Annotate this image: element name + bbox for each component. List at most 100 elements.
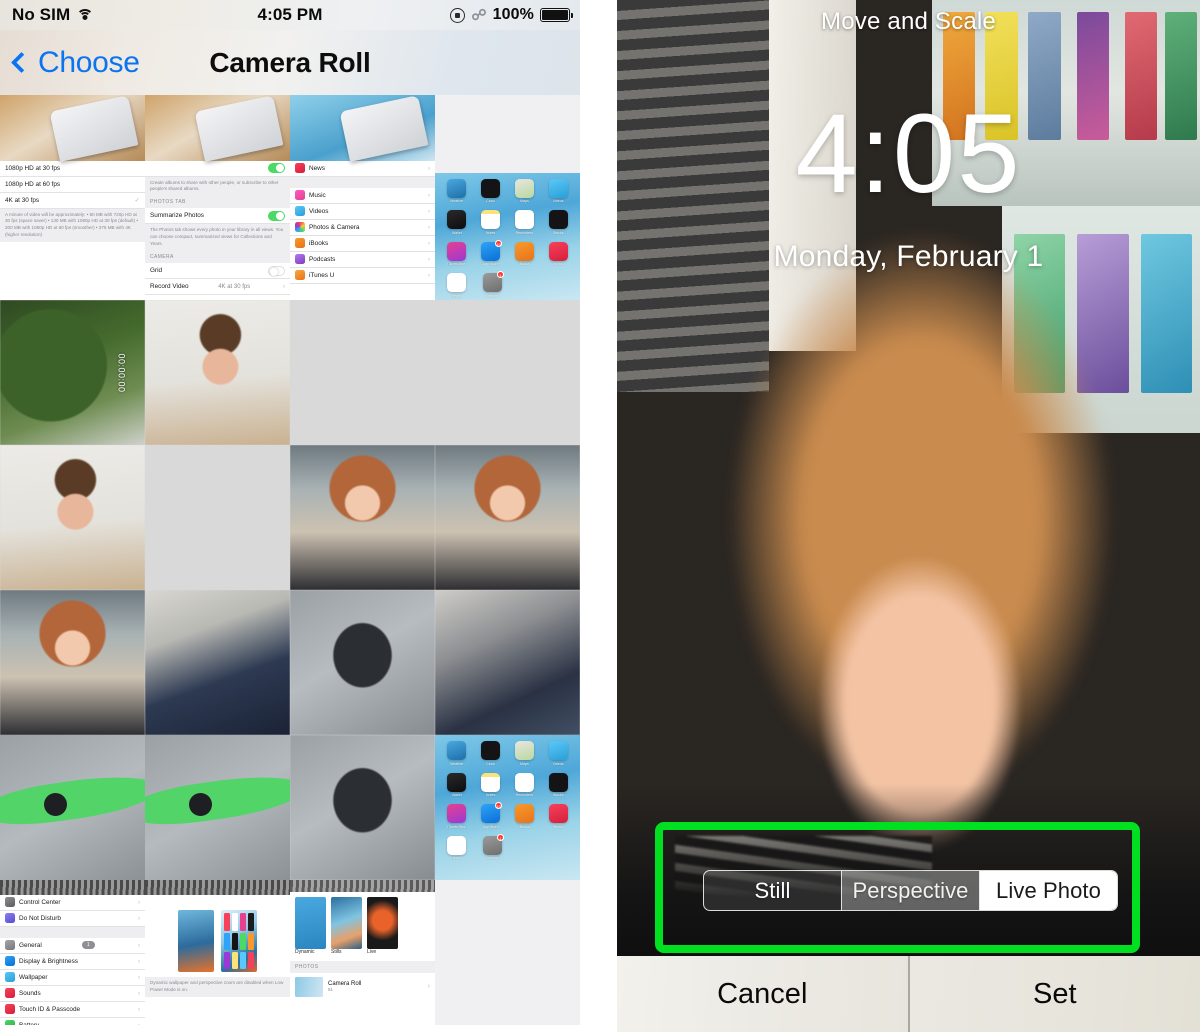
navigation-bar: Choose Camera Roll xyxy=(0,30,580,95)
wallpaper-tile-stills[interactable] xyxy=(331,896,362,949)
photo-thumbnail-settings-apps[interactable]: News › Music › Videos › Photos & Camera › iB… xyxy=(290,95,435,300)
photo-thumbnail-man-wide-eyes[interactable] xyxy=(145,445,290,590)
photo-thumbnail-propeller-2[interactable] xyxy=(145,735,290,880)
screenshot-root: No SIM 4:05 PM ☍ 100% Choose Camera Roll xyxy=(0,0,1200,1032)
app-icon-clock: Clock xyxy=(481,741,501,766)
photo-thumbnail-man-talking[interactable] xyxy=(0,445,145,590)
photo-thumbnail-tree-video[interactable]: 00:00:00 xyxy=(0,300,145,445)
chevron-right-icon: › xyxy=(427,223,430,231)
photo-thumbnail-bike[interactable] xyxy=(145,590,290,735)
list-note: Create albums to share with other people… xyxy=(145,176,290,197)
photo-thumbnail-girl-hand-2[interactable] xyxy=(435,445,580,590)
segment-still[interactable]: Still xyxy=(704,871,842,910)
checkmark-icon: ✓ xyxy=(134,197,140,205)
app-icon-news: News xyxy=(548,241,568,266)
set-button[interactable]: Set xyxy=(909,956,1200,1032)
chevron-right-icon: › xyxy=(137,973,140,981)
touch-id-icon xyxy=(5,1004,15,1014)
photo-thumbnail-man-smiling-2[interactable] xyxy=(435,300,580,445)
display-brightness-icon xyxy=(5,956,15,966)
photo-thumbnail-settings-photos[interactable]: Create albums to share with other people… xyxy=(145,95,290,300)
podcasts-icon xyxy=(295,254,305,265)
list-item: General 1 › xyxy=(0,937,145,954)
app-row: Wallet Notes Reminders Stocks xyxy=(440,772,575,797)
segment-live-photo[interactable]: Live Photo xyxy=(980,871,1117,910)
list-note: The Photos tab shows every photo in your… xyxy=(145,224,290,252)
chevron-right-icon: › xyxy=(137,989,140,997)
photo-thumbnail-drone-propeller[interactable] xyxy=(290,735,435,880)
music-icon xyxy=(295,190,305,201)
badge-count: 10 xyxy=(495,802,503,809)
app-icon-videos: Videos xyxy=(548,178,568,203)
ios-home-screen: Weather Clock Maps Videos Wallet Notes R… xyxy=(435,735,580,880)
photo-thumbnail-settings-video[interactable]: 1080p HD at 30 fps 1080p HD at 60 fps 4K… xyxy=(0,95,145,300)
photo-thumbnail-wallpaper-picker[interactable]: Dynamic wallpaper and perspective zoom a… xyxy=(145,880,290,1025)
chevron-right-icon: › xyxy=(427,207,430,215)
photo-thumbnail-girl-hand[interactable] xyxy=(290,445,435,590)
chevron-right-icon: › xyxy=(137,1005,140,1013)
ibooks-icon xyxy=(295,238,305,249)
photo-grid-row xyxy=(0,445,580,590)
photo-thumbnail-empty[interactable] xyxy=(435,880,580,1025)
photo-thumbnail-girl-close[interactable] xyxy=(0,590,145,735)
photo-thumbnail-drone-case[interactable] xyxy=(435,590,580,735)
list-item: Wallpaper › xyxy=(0,969,145,986)
video-duration-label: 00:00:00 xyxy=(116,352,127,393)
toggle-switch xyxy=(268,210,285,221)
list-item: Podcasts › xyxy=(290,251,435,268)
app-icon-settings: 1 Settings xyxy=(483,271,504,298)
bottom-action-bar: Cancel Set xyxy=(617,956,1200,1032)
photo-grid-row: Control Center › Do Not Disturb › General 1… xyxy=(0,880,580,1025)
photo-grid-row: 00:00:00 xyxy=(0,300,580,445)
section-header: PHOTOS xyxy=(290,960,435,973)
photo-thumbnail-propeller[interactable] xyxy=(0,735,145,880)
photo-thumbnail-drone[interactable] xyxy=(290,590,435,735)
itunesu-icon xyxy=(295,270,305,281)
app-icon-news: News xyxy=(548,804,568,829)
wallpaper-tile-live[interactable] xyxy=(367,896,398,949)
chevron-right-icon: › xyxy=(282,283,285,291)
news-icon xyxy=(295,163,305,174)
list-item: 1080p HD at 30 fps xyxy=(0,160,145,177)
list-item: iBooks › xyxy=(290,235,435,252)
photo-thumbnail-man-smiling[interactable] xyxy=(290,300,435,445)
wallpaper-preview-home xyxy=(221,910,257,973)
album-row[interactable]: Camera Roll 81 › xyxy=(290,972,435,1001)
app-icon-health: Health xyxy=(447,273,466,298)
battery-icon xyxy=(5,1020,15,1025)
app-icon-reminders: Reminders xyxy=(514,210,534,235)
app-icon-weather: Weather xyxy=(447,178,467,203)
app-icon-notes: Notes xyxy=(481,210,501,235)
move-and-scale-panel: Move and Scale 4:05 Monday, February 1 S… xyxy=(617,0,1200,1032)
photo-thumbnail-wallpaper-types[interactable]: Dynamic Stills Live PHOTOS Camera Roll 8… xyxy=(290,880,435,1025)
photo-thumbnail-settings-main[interactable]: Control Center › Do Not Disturb › General 1… xyxy=(0,880,145,1025)
photo-thumbnail-home-screen-2[interactable]: Weather Clock Maps Videos Wallet Notes R… xyxy=(435,735,580,880)
list-item: Display & Brightness › xyxy=(0,953,145,970)
photo-thumbnail-home-screen[interactable]: Weather Clock Maps Videos Wallet Notes R… xyxy=(435,95,580,300)
badge-count: 1 xyxy=(497,271,504,279)
wallpaper-preview-still xyxy=(178,910,214,973)
wallpaper-type-row xyxy=(290,892,435,949)
photo-grid-row: Weather Clock Maps Videos Wallet Notes R… xyxy=(0,735,580,880)
list-item: Do Not Disturb › xyxy=(0,910,145,927)
app-row: Weather Clock Maps Videos xyxy=(440,178,575,203)
app-icon-wallet: Wallet xyxy=(447,772,467,797)
cancel-button[interactable]: Cancel xyxy=(617,956,908,1032)
app-icon-reminders: Reminders xyxy=(514,772,534,797)
segment-perspective[interactable]: Perspective xyxy=(842,871,980,910)
app-icon-videos: Videos xyxy=(548,741,568,766)
list-item: Sounds › xyxy=(0,985,145,1002)
list-item: Touch ID & Passcode › xyxy=(0,1001,145,1018)
photo-thumbnail-man-neutral[interactable] xyxy=(145,300,290,445)
wallpaper-type-labels: Dynamic Stills Live xyxy=(295,948,377,955)
badge-count: 1 xyxy=(81,941,95,949)
wallpaper-tile-dynamic[interactable] xyxy=(295,896,326,949)
list-note xyxy=(145,894,290,908)
wallpaper-style-segmented-control[interactable]: Still Perspective Live Photo xyxy=(703,870,1118,911)
list-item: 1080p HD at 60 fps xyxy=(0,176,145,193)
list-item: Battery › xyxy=(0,1017,145,1025)
app-icon-ibooks: iBooks xyxy=(514,241,534,266)
app-icon-notes: Notes xyxy=(481,772,501,797)
control-center-icon xyxy=(5,897,15,907)
section-header: PHOTOS TAB xyxy=(145,196,290,209)
